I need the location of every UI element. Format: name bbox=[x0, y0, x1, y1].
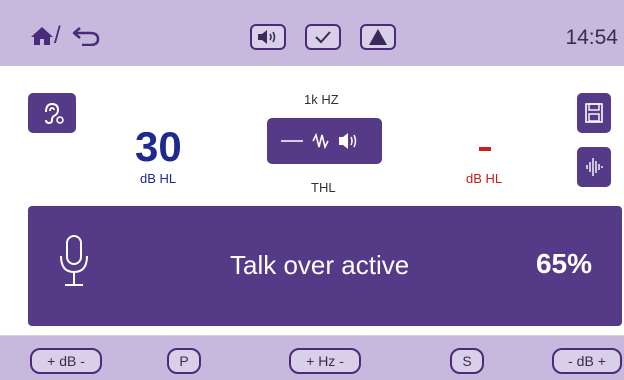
talk-over-level: 65% bbox=[535, 248, 592, 279]
check-icon bbox=[315, 31, 331, 44]
talk-over-banner: Talk over active 65% bbox=[28, 206, 622, 326]
right-db-unit: dB HL bbox=[466, 171, 503, 186]
warning-icon bbox=[369, 29, 387, 45]
warble-icon bbox=[312, 132, 329, 150]
waveform-button[interactable] bbox=[577, 147, 611, 187]
waveform-icon bbox=[586, 158, 603, 176]
db-step-right-button[interactable]: - dB + bbox=[552, 348, 622, 374]
microphone-icon bbox=[60, 235, 88, 286]
stimulus-icons bbox=[281, 132, 357, 150]
left-db-value: 30 bbox=[135, 123, 182, 170]
ear-button[interactable] bbox=[28, 93, 76, 133]
bottom-bar: + dB - P + Hz - S - dB + bbox=[0, 336, 624, 380]
save-button[interactable] bbox=[577, 93, 611, 133]
warning-status-button[interactable] bbox=[360, 24, 396, 50]
clock: 14:54 bbox=[565, 26, 618, 49]
mode-label: THL bbox=[311, 180, 336, 195]
db-step-button[interactable]: + dB - bbox=[30, 348, 102, 374]
right-db-value bbox=[479, 147, 491, 151]
top-bar: / 14:54 bbox=[0, 0, 624, 66]
speaker-status-button[interactable] bbox=[250, 24, 286, 50]
hz-step-button[interactable]: + Hz - bbox=[289, 348, 361, 374]
stimulus-button[interactable] bbox=[267, 118, 382, 164]
save-icon bbox=[585, 103, 603, 123]
check-status-button[interactable] bbox=[305, 24, 341, 50]
speaker-icon bbox=[339, 133, 357, 149]
ear-icon bbox=[45, 102, 64, 125]
home-icon[interactable] bbox=[30, 26, 54, 46]
s-button[interactable]: S bbox=[450, 348, 484, 374]
banner-message: Talk over active bbox=[230, 250, 410, 280]
left-db-unit: dB HL bbox=[140, 171, 177, 186]
nav-divider: / bbox=[54, 22, 61, 49]
p-button[interactable]: P bbox=[167, 348, 201, 374]
back-arrow-icon[interactable] bbox=[72, 26, 100, 46]
speaker-icon bbox=[258, 30, 276, 44]
frequency-label: 1k HZ bbox=[304, 92, 339, 107]
